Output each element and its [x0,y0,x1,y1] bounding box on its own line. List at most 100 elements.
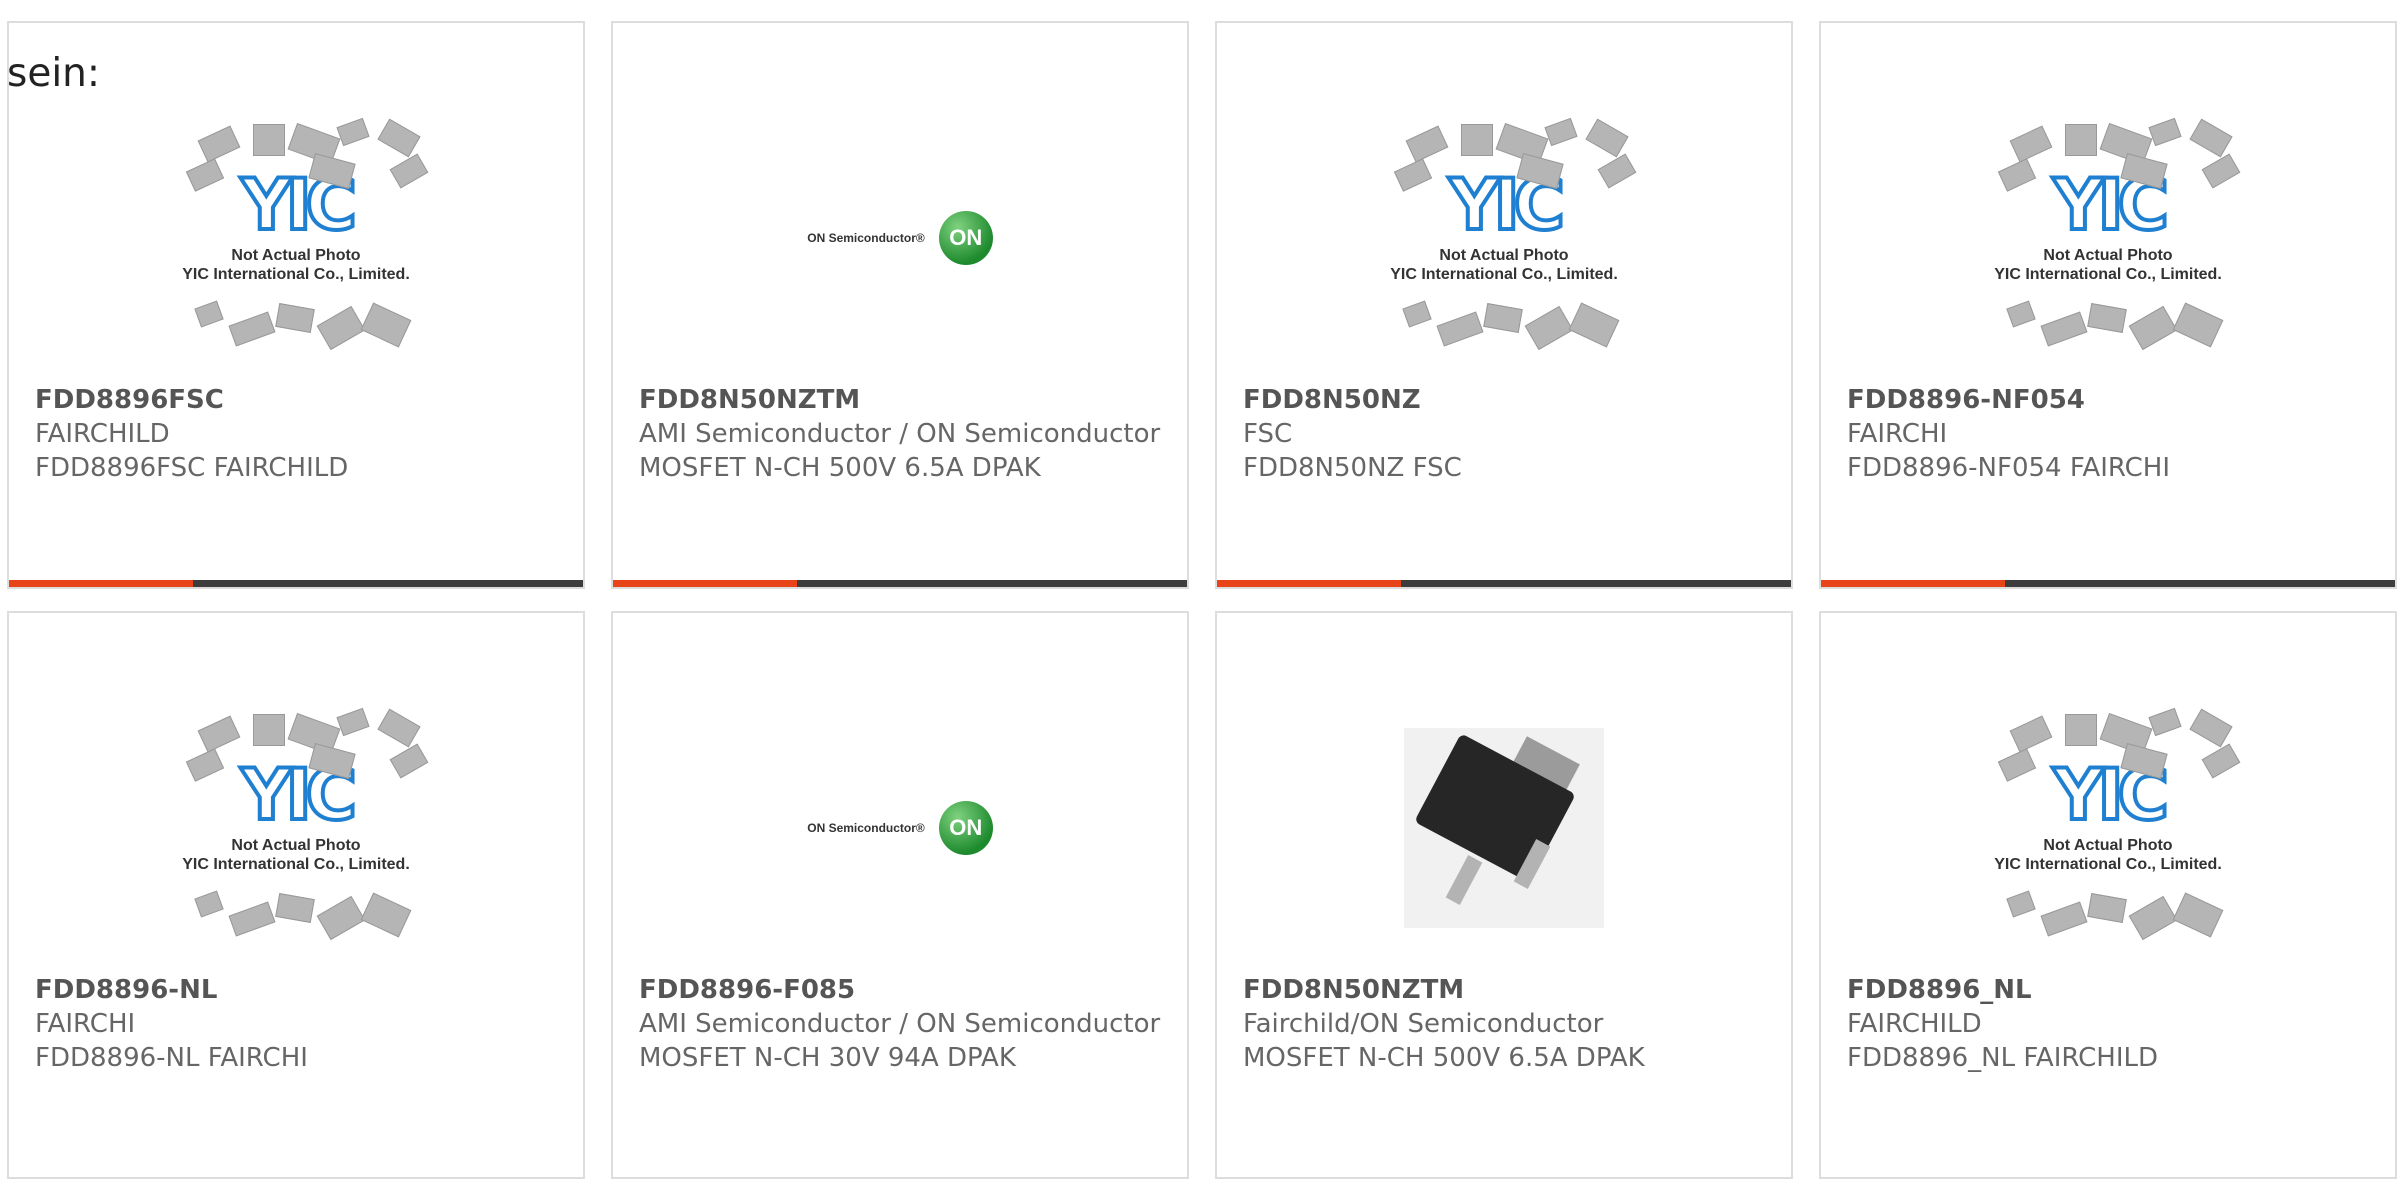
description: FDD8896-NL FAIRCHI [35,1043,308,1073]
manufacturer: FAIRCHILD [35,419,170,449]
description: MOSFET N-CH 500V 6.5A DPAK [1243,1043,1645,1073]
card-bottom-bar [1217,580,1791,587]
chip-thumbnail [2040,901,2088,937]
chip-thumbnail [1568,302,1620,348]
manufacturer: FSC [1243,419,1293,449]
part-number-link[interactable]: FDD8N50NZTM [1243,973,1771,1007]
description: FDD8896_NL FAIRCHILD [1847,1043,2159,1073]
chip-thumbnail [1544,117,1578,147]
chip-thumbnail [1524,305,1574,351]
chip-thumbnail [253,124,285,156]
product-card[interactable]: YIC Not Actual Photo YIC International Co… [1819,611,2397,1179]
product-card[interactable]: YIC Not Actual Photo YIC International Co… [1215,21,1793,589]
product-image[interactable] [1217,693,1791,963]
product-card[interactable]: YIC Not Actual Photo YIC International Co… [1819,21,2397,589]
description: FDD8N50NZ FSC [1243,453,1462,483]
chip-thumbnail [275,303,315,333]
product-card[interactable]: FDD8N50NZTM Fairchild/ON Semiconductor M… [1215,611,1793,1179]
yic-placeholder-image: YIC Not Actual Photo YIC International Co… [1973,707,2243,948]
chip-thumbnail [316,895,366,941]
part-number-link[interactable]: FDD8N50NZ [1243,383,1771,417]
chip-thumbnail [1405,125,1449,163]
placeholder-caption: Not Actual Photo YIC International Co., L… [182,247,410,283]
chip-thumbnail [228,901,276,937]
product-image[interactable]: YIC Not Actual Photo YIC International Co… [1217,103,1791,373]
part-number-link[interactable]: FDD8896_NL [1847,973,2375,1007]
product-image[interactable]: YIC Not Actual Photo YIC International Co… [9,103,583,373]
product-grid: YIC Not Actual Photo YIC International Co… [0,0,2400,1179]
chip-thumbnail [360,302,412,348]
chip-thumbnail [336,707,370,737]
product-card[interactable]: ON Semiconductor® ON FDD8896-F085 AMI Se… [611,611,1189,1179]
chip-thumbnail [2148,707,2182,737]
product-image[interactable]: YIC Not Actual Photo YIC International Co… [9,693,583,963]
yic-placeholder-image: YIC Not Actual Photo YIC International Co… [1369,117,1639,358]
part-number-link[interactable]: FDD8896-NF054 [1847,383,2375,417]
yic-placeholder-image: YIC Not Actual Photo YIC International Co… [1973,117,2243,358]
part-number-link[interactable]: FDD8896FSC [35,383,563,417]
product-image[interactable]: YIC Not Actual Photo YIC International Co… [1821,693,2395,963]
chip-thumbnail [2006,890,2036,918]
part-number-link[interactable]: FDD8896-NL [35,973,563,1007]
chip-thumbnail [2128,895,2178,941]
chip-thumbnail [1402,300,1432,328]
chip-thumbnail [2148,117,2182,147]
page-heading: sein: [7,51,101,96]
on-semiconductor-logo: ON Semiconductor® ON [807,801,993,855]
chip-thumbnail [316,305,366,351]
placeholder-caption: Not Actual Photo YIC International Co., L… [182,837,410,873]
chip-thumbnail [275,893,315,923]
chip-thumbnail [360,892,412,938]
on-semiconductor-logo: ON Semiconductor® ON [807,211,993,265]
placeholder-caption: Not Actual Photo YIC International Co., L… [1994,247,2222,283]
chip-thumbnail [1461,124,1493,156]
chip-thumbnail [253,714,285,746]
product-image[interactable]: ON Semiconductor® ON [613,103,1187,373]
manufacturer: Fairchild/ON Semiconductor [1243,1009,1604,1039]
card-bottom-bar [613,580,1187,587]
chip-thumbnail [1585,118,1629,158]
chip-thumbnail [194,300,224,328]
chip-thumbnail [2065,124,2097,156]
chip-thumbnail [2189,118,2233,158]
manufacturer: AMI Semiconductor / ON Semiconductor [639,419,1161,449]
chip-thumbnail [2172,892,2224,938]
chip-thumbnail [2128,305,2178,351]
description: MOSFET N-CH 30V 94A DPAK [639,1043,1016,1073]
chip-thumbnail [377,708,421,748]
card-bottom-bar [9,580,583,587]
yic-placeholder-image: YIC Not Actual Photo YIC International Co… [161,117,431,358]
product-card[interactable]: YIC Not Actual Photo YIC International Co… [7,611,585,1179]
placeholder-caption: Not Actual Photo YIC International Co., L… [1390,247,1618,283]
placeholder-caption: Not Actual Photo YIC International Co., L… [1994,837,2222,873]
chip-thumbnail [2087,303,2127,333]
chip-thumbnail [197,715,241,753]
chip-thumbnail [336,117,370,147]
part-number-link[interactable]: FDD8896-F085 [639,973,1167,1007]
part-number-link[interactable]: FDD8N50NZTM [639,383,1167,417]
chip-thumbnail [228,311,276,347]
description: MOSFET N-CH 500V 6.5A DPAK [639,453,1041,483]
manufacturer: AMI Semiconductor / ON Semiconductor [639,1009,1161,1039]
product-image[interactable]: YIC Not Actual Photo YIC International Co… [1821,103,2395,373]
card-bottom-bar [1821,580,2395,587]
chip-thumbnail [1436,311,1484,347]
chip-thumbnail [194,890,224,918]
chip-thumbnail [2006,300,2036,328]
chip-thumbnail [2189,708,2233,748]
chip-thumbnail [197,125,241,163]
product-card[interactable]: YIC Not Actual Photo YIC International Co… [7,21,585,589]
chip-thumbnail [377,118,421,158]
description: FDD8896-NF054 FAIRCHI [1847,453,2171,483]
chip-thumbnail [2172,302,2224,348]
chip-thumbnail [2065,714,2097,746]
manufacturer: FAIRCHI [35,1009,136,1039]
chip-thumbnail [2040,311,2088,347]
product-image[interactable]: ON Semiconductor® ON [613,693,1187,963]
description: FDD8896FSC FAIRCHILD [35,453,349,483]
product-card[interactable]: ON Semiconductor® ON FDD8N50NZTM AMI Sem… [611,21,1189,589]
chip-thumbnail [2087,893,2127,923]
yic-placeholder-image: YIC Not Actual Photo YIC International Co… [161,707,431,948]
chip-thumbnail [2009,715,2053,753]
chip-thumbnail [1483,303,1523,333]
